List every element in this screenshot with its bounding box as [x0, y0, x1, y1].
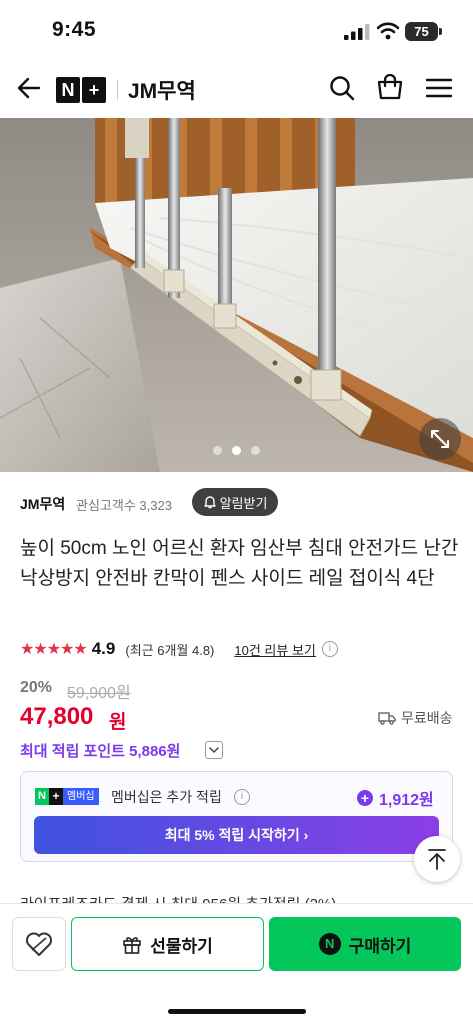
seller-name[interactable]: JM무역 — [20, 494, 65, 514]
pagination-dot-active[interactable] — [232, 446, 241, 455]
chevron-down-icon — [209, 746, 219, 753]
back-arrow-icon[interactable] — [17, 77, 41, 99]
status-time: 9:45 — [52, 18, 97, 41]
header-divider — [117, 80, 118, 100]
shipping-info: 무료배송 — [378, 708, 453, 728]
bed-rail-photo — [0, 118, 473, 472]
scroll-to-top-button[interactable] — [414, 836, 460, 882]
info-icon[interactable]: i — [321, 641, 338, 657]
rating-stars: ★★★★★ — [20, 641, 88, 658]
logo-plus: + — [82, 77, 106, 103]
battery-tip — [439, 28, 442, 35]
menu-icon[interactable] — [426, 78, 452, 98]
discount-rate: 20% — [20, 679, 53, 696]
expand-icon — [431, 430, 449, 448]
membership-text: 멤버십은 추가 적립 — [111, 789, 222, 805]
shopping-bag-icon[interactable] — [376, 73, 404, 101]
notification-subscribe-button[interactable]: 알림받기 — [192, 488, 278, 516]
naver-pay-icon: N — [318, 933, 341, 955]
gift-button[interactable]: 선물하기 — [71, 917, 264, 971]
review-link[interactable]: 10건 리뷰 보기 — [234, 640, 315, 659]
pagination-dot[interactable] — [251, 446, 260, 455]
membership-start-button[interactable]: 최대 5% 적립 시작하기 › — [34, 816, 439, 854]
search-icon[interactable] — [329, 75, 355, 101]
logo-n: N — [56, 77, 80, 103]
badge-plus: + — [49, 788, 63, 805]
price-unit: 원 — [109, 712, 127, 733]
product-title: 높이 50cm 노인 어르신 환자 임산부 침대 안전가드 난간 낙상방지 안전… — [20, 538, 459, 589]
membership-points-value: 1,912원 — [379, 792, 434, 809]
gift-label: 선물하기 — [150, 936, 213, 956]
max-points: 최대 적립 포인트 5,886원 — [20, 743, 181, 760]
naver-plus-logo[interactable]: N + — [56, 77, 106, 103]
rating-row: ★★★★★ 4.9 (최근 6개월 4.8) 10건 리뷰 보기 i — [20, 638, 338, 660]
badge-text: 멤버십 — [63, 788, 99, 805]
expand-image-button[interactable] — [419, 418, 461, 460]
signal-icon — [344, 24, 370, 40]
gift-icon — [123, 937, 142, 954]
original-price: 59,900원 — [67, 685, 131, 702]
pagination-dot[interactable] — [213, 446, 222, 455]
home-indicator — [168, 1009, 306, 1014]
membership-info-icon[interactable]: i — [234, 789, 250, 805]
product-image[interactable] — [0, 118, 473, 472]
buy-label: 구매하기 — [348, 936, 412, 956]
membership-points: + 1,912원 — [357, 786, 434, 810]
battery-icon: 75 — [405, 22, 438, 41]
wifi-icon — [377, 22, 399, 40]
naver-plus-membership-badge: N + 멤버십 — [35, 788, 99, 805]
buy-button[interactable]: N 구매하기 — [269, 917, 461, 971]
arrow-up-icon — [428, 849, 446, 870]
points-expand-button[interactable] — [205, 741, 223, 759]
follower-count: 관심고객수 3,323 — [76, 498, 172, 513]
image-pagination — [0, 446, 473, 456]
wishlist-button[interactable] — [12, 917, 66, 971]
store-name[interactable]: JM무역 — [128, 75, 196, 105]
recent-rating: (최근 6개월 4.8) — [125, 642, 215, 658]
heart-icon — [26, 932, 52, 956]
truck-icon — [378, 711, 396, 725]
bell-icon — [203, 496, 216, 509]
sale-price: 47,800 — [20, 703, 94, 730]
badge-n: N — [35, 788, 49, 805]
rating-value: 4.9 — [91, 639, 116, 658]
shipping-label: 무료배송 — [401, 710, 453, 726]
plus-circle-icon: + — [357, 790, 373, 806]
alarm-label: 알림받기 — [219, 495, 268, 511]
